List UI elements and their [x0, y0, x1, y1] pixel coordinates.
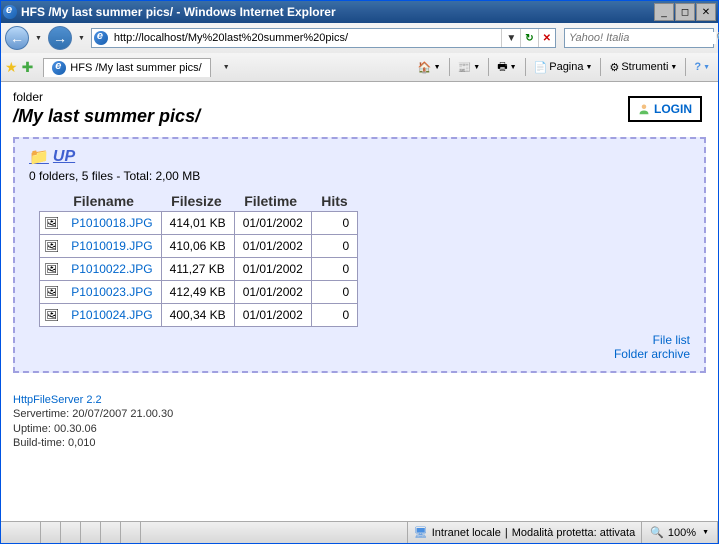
- file-table: Filename Filesize Filetime Hits 🖼 P101001…: [39, 191, 358, 327]
- file-list-link[interactable]: File list: [29, 333, 690, 347]
- tab-list-dropdown[interactable]: ▼: [221, 64, 232, 71]
- stop-button[interactable]: ✕: [538, 29, 555, 47]
- window: HFS /My last summer pics/ - Windows Inte…: [0, 0, 719, 544]
- refresh-button[interactable]: ↻: [520, 29, 537, 47]
- file-link[interactable]: P1010022.JPG: [71, 262, 152, 276]
- home-button[interactable]: 🏠▼: [414, 59, 445, 76]
- file-icon: 🖼: [40, 212, 64, 235]
- up-icon: 📁: [29, 147, 49, 167]
- file-hits: 0: [311, 258, 357, 281]
- help-button[interactable]: ?▼: [690, 59, 714, 75]
- page-button[interactable]: 📄 Pagina ▼: [530, 59, 597, 76]
- col-filename: Filename: [63, 191, 161, 212]
- file-hits: 0: [311, 281, 357, 304]
- file-link[interactable]: P1010018.JPG: [71, 216, 152, 230]
- folder-summary: 0 folders, 5 files - Total: 2,00 MB: [29, 169, 690, 183]
- forward-dropdown[interactable]: ▼: [76, 35, 87, 42]
- servertime: Servertime: 20/07/2007 21.00.30: [13, 407, 706, 421]
- login-button[interactable]: LOGIN: [628, 96, 702, 122]
- file-time: 01/01/2002: [234, 235, 311, 258]
- table-row: 🖼 P1010019.JPG 410,06 KB01/01/20020: [40, 235, 358, 258]
- minimize-button[interactable]: _: [654, 3, 674, 21]
- favorites-icon[interactable]: ★: [5, 59, 18, 76]
- folder-label: folder: [13, 90, 706, 104]
- build-time: Build-time: 0,010: [13, 436, 706, 450]
- tools-button[interactable]: ⚙ Strumenti ▼: [605, 59, 681, 76]
- address-dropdown[interactable]: ▼: [501, 29, 520, 47]
- file-time: 01/01/2002: [234, 304, 311, 327]
- toolbar: ← ▼ → ▼ ▼ ↻ ✕ 🔍 ▼ ★ ✚: [1, 23, 718, 82]
- close-button[interactable]: ✕: [696, 3, 716, 21]
- file-icon: 🖼: [40, 304, 64, 327]
- file-hits: 0: [311, 212, 357, 235]
- zoom-dropdown[interactable]: ▼: [702, 529, 709, 536]
- file-size: 412,49 KB: [161, 281, 234, 304]
- statusbar: 🖥 Intranet locale | Modalità protetta: a…: [1, 521, 718, 543]
- window-title: HFS /My last summer pics/ - Windows Inte…: [21, 5, 653, 19]
- address-bar[interactable]: ▼ ↻ ✕: [91, 28, 556, 48]
- file-size: 414,01 KB: [161, 212, 234, 235]
- col-filetime: Filetime: [234, 191, 311, 212]
- forward-button[interactable]: →: [48, 26, 72, 50]
- tab-favicon: [52, 61, 66, 75]
- table-row: 🖼 P1010023.JPG 412,49 KB01/01/20020: [40, 281, 358, 304]
- search-box[interactable]: 🔍 ▼: [564, 28, 714, 48]
- file-size: 410,06 KB: [161, 235, 234, 258]
- table-row: 🖼 P1010022.JPG 411,27 KB01/01/20020: [40, 258, 358, 281]
- zoom-control[interactable]: 🔍 100% ▼: [642, 522, 718, 543]
- page-icon: [94, 31, 108, 45]
- file-listing-box: 📁 UP 0 folders, 5 files - Total: 2,00 MB…: [13, 137, 706, 373]
- col-filesize: Filesize: [161, 191, 234, 212]
- tab-title: HFS /My last summer pics/: [70, 62, 201, 74]
- print-button[interactable]: 🖶▼: [493, 56, 520, 79]
- table-row: 🖼 P1010024.JPG 400,34 KB01/01/20020: [40, 304, 358, 327]
- zone-icon: 🖥: [414, 526, 428, 539]
- col-hits: Hits: [311, 191, 357, 212]
- security-zone[interactable]: 🖥 Intranet locale | Modalità protetta: a…: [408, 522, 642, 543]
- address-input[interactable]: [112, 32, 501, 44]
- file-size: 411,27 KB: [161, 258, 234, 281]
- file-link[interactable]: P1010019.JPG: [71, 239, 152, 253]
- file-hits: 0: [311, 304, 357, 327]
- file-time: 01/01/2002: [234, 281, 311, 304]
- user-icon: [638, 103, 650, 115]
- file-time: 01/01/2002: [234, 258, 311, 281]
- content-area: folder /My last summer pics/ LOGIN 📁 UP …: [1, 82, 718, 521]
- file-icon: 🖼: [40, 281, 64, 304]
- hfs-version[interactable]: HttpFileServer 2.2: [13, 393, 706, 407]
- footer-info: HttpFileServer 2.2 Servertime: 20/07/200…: [13, 393, 706, 450]
- file-icon: 🖼: [40, 235, 64, 258]
- ie-icon: [3, 5, 17, 19]
- feeds-button[interactable]: 📰▼: [454, 59, 485, 76]
- table-row: 🖼 P1010018.JPG 414,01 KB01/01/20020: [40, 212, 358, 235]
- page-title: /My last summer pics/: [13, 106, 706, 127]
- search-input[interactable]: [565, 32, 716, 44]
- titlebar[interactable]: HFS /My last summer pics/ - Windows Inte…: [1, 1, 718, 23]
- file-hits: 0: [311, 235, 357, 258]
- maximize-button[interactable]: ◻: [675, 3, 695, 21]
- file-size: 400,34 KB: [161, 304, 234, 327]
- folder-archive-link[interactable]: Folder archive: [29, 347, 690, 361]
- browser-tab[interactable]: HFS /My last summer pics/: [43, 58, 210, 77]
- add-favorite-icon[interactable]: ✚: [22, 59, 34, 76]
- file-link[interactable]: P1010024.JPG: [71, 308, 152, 322]
- file-icon: 🖼: [40, 258, 64, 281]
- back-button[interactable]: ←: [5, 26, 29, 50]
- file-time: 01/01/2002: [234, 212, 311, 235]
- file-link[interactable]: P1010023.JPG: [71, 285, 152, 299]
- up-link[interactable]: 📁 UP: [29, 147, 690, 167]
- uptime: Uptime: 00.30.06: [13, 422, 706, 436]
- zoom-icon: 🔍: [650, 526, 664, 539]
- back-dropdown[interactable]: ▼: [33, 35, 44, 42]
